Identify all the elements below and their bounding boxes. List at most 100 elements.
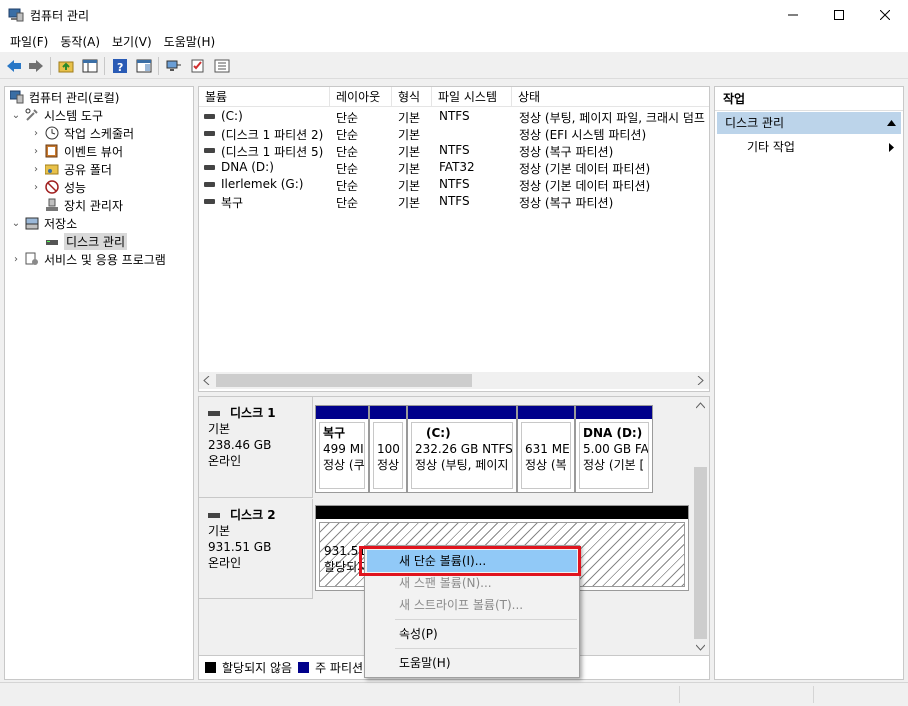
legend-swatch-unallocated <box>205 662 216 673</box>
submenu-arrow-icon <box>889 143 894 152</box>
partition-d[interactable]: DNA (D:) 5.00 GB FAT 정상 (기본 [ <box>575 405 653 493</box>
column-volume[interactable]: 볼륨 <box>199 87 330 107</box>
tree-item-disk-management[interactable]: 디스크 관리 <box>30 232 128 250</box>
tree-item-storage[interactable]: ⌄ 저장소 <box>10 214 77 232</box>
forward-icon[interactable] <box>26 56 46 76</box>
menu-item-new-striped-volume[interactable]: 새 스트라이프 볼륨(T)... <box>367 594 577 616</box>
drive-icon <box>204 165 215 170</box>
disk-management-icon <box>44 233 60 249</box>
disk-2-info[interactable]: 디스크 2 기본 931.51 GB 온라인 <box>199 499 313 599</box>
tools-icon <box>24 107 40 123</box>
volume-list-header: 볼륨 레이아웃 형식 파일 시스템 상태 <box>199 87 709 107</box>
chevron-right-icon[interactable]: › <box>10 254 22 265</box>
action-pane: 작업 디스크 관리 기타 작업 <box>714 86 904 680</box>
disk-map-vertical-scrollbar[interactable] <box>692 397 709 655</box>
maximize-button[interactable] <box>816 0 862 30</box>
volume-row[interactable]: DNA (D:) 단순 기본 FAT32 정상 (기본 데이터 파티션) <box>199 159 709 176</box>
tree-item-task-scheduler[interactable]: › 작업 스케줄러 <box>30 124 134 142</box>
action-pane-title: 작업 <box>715 87 903 111</box>
tree-item-device-manager[interactable]: 장치 관리자 <box>30 196 123 214</box>
device-manager-icon <box>44 197 60 213</box>
checklist-icon[interactable] <box>188 56 208 76</box>
computer-management-icon <box>9 89 25 105</box>
event-viewer-icon <box>44 143 60 159</box>
minimize-button[interactable] <box>770 0 816 30</box>
menu-item-help[interactable]: 도움말(H) <box>367 652 577 674</box>
column-status[interactable]: 상태 <box>512 87 709 107</box>
back-icon[interactable] <box>4 56 24 76</box>
menu-action[interactable]: 동작(A) <box>54 33 106 50</box>
tree-item-services-and-applications[interactable]: › 서비스 및 응용 프로그램 <box>10 250 166 268</box>
menu-item-properties[interactable]: 속성(P) <box>367 623 577 645</box>
status-bar <box>0 682 908 706</box>
column-file-system[interactable]: 파일 시스템 <box>432 87 512 107</box>
legend-swatch-primary <box>298 662 310 673</box>
tree-item-computer-management[interactable]: 컴퓨터 관리(로컬) <box>7 88 119 106</box>
menu-file[interactable]: 파일(F) <box>4 33 54 50</box>
partition-recovery[interactable]: 복구 499 MI 정상 (쿠 <box>315 405 369 493</box>
drive-icon <box>204 182 215 187</box>
tree-item-event-viewer[interactable]: › 이벤트 뷰어 <box>30 142 123 160</box>
partition-recovery-2[interactable]: 631 ME 정상 (복 <box>517 405 575 493</box>
disk-1-info[interactable]: 디스크 1 기본 238.46 GB 온라인 <box>199 397 313 498</box>
menu-separator <box>395 648 577 649</box>
chevron-right-icon[interactable]: › <box>30 164 42 175</box>
svg-text:?: ? <box>117 61 123 74</box>
tree-item-system-tools[interactable]: ⌄ 시스템 도구 <box>10 106 103 124</box>
chevron-right-icon[interactable]: › <box>30 182 42 193</box>
column-layout[interactable]: 레이아웃 <box>330 87 392 107</box>
volume-row[interactable]: 복구 단순 기본 NTFS 정상 (복구 파티션) <box>199 193 709 210</box>
annotation-highlight-box <box>359 546 581 576</box>
status-section <box>4 686 680 703</box>
title-bar: 컴퓨터 관리 <box>0 0 908 30</box>
volume-list-horizontal-scrollbar[interactable] <box>199 372 709 389</box>
menu-bar: 파일(F) 동작(A) 보기(V) 도움말(H) <box>0 30 908 52</box>
collapse-up-icon[interactable] <box>887 120 896 126</box>
volume-row[interactable]: (C:) 단순 기본 NTFS 정상 (부팅, 페이지 파일, 크래시 덤프 <box>199 108 709 125</box>
storage-icon <box>24 215 40 231</box>
action-more-actions[interactable]: 기타 작업 <box>747 137 899 157</box>
action-section-disk-management[interactable]: 디스크 관리 <box>717 112 901 134</box>
volume-list: 볼륨 레이아웃 형식 파일 시스템 상태 (C:) 단순 기본 NTFS 정상 … <box>198 86 710 392</box>
menu-view[interactable]: 보기(V) <box>106 33 158 50</box>
scroll-up-icon[interactable] <box>696 402 705 410</box>
connect-icon[interactable] <box>164 56 184 76</box>
scroll-left-icon[interactable] <box>203 376 211 385</box>
services-icon <box>24 251 40 267</box>
partition-c[interactable]: (C:) 232.26 GB NTFS 정상 (부팅, 페이지 <box>407 405 517 493</box>
window-title: 컴퓨터 관리 <box>30 9 90 23</box>
drive-icon <box>204 148 215 153</box>
tree-item-performance[interactable]: › 성능 <box>30 178 86 196</box>
partition-efi[interactable]: 100 정상 <box>369 405 407 493</box>
volume-row[interactable]: (디스크 1 파티션 2) 단순 기본 정상 (EFI 시스템 파티션) <box>199 125 709 142</box>
menu-help[interactable]: 도움말(H) <box>158 33 222 50</box>
up-folder-icon[interactable] <box>56 56 76 76</box>
drive-icon <box>204 131 215 136</box>
volume-row[interactable]: Ilerlemek (G:) 단순 기본 NTFS 정상 (기본 데이터 파티션… <box>199 176 709 193</box>
scroll-right-icon[interactable] <box>696 376 704 385</box>
show-hide-tree-icon[interactable] <box>80 56 100 76</box>
volume-row[interactable]: (디스크 1 파티션 5) 단순 기본 NTFS 정상 (복구 파티션) <box>199 142 709 159</box>
chevron-right-icon[interactable]: › <box>30 146 42 157</box>
close-button[interactable] <box>862 0 908 30</box>
toolbar: ? <box>0 52 908 79</box>
show-hide-action-pane-icon[interactable] <box>134 56 154 76</box>
disk-icon <box>208 512 220 518</box>
chevron-right-icon[interactable]: › <box>30 128 42 139</box>
drive-icon <box>204 199 215 204</box>
disk-icon <box>208 410 220 416</box>
column-type[interactable]: 형식 <box>392 87 432 107</box>
status-section <box>684 686 814 703</box>
navigation-tree: 컴퓨터 관리(로컬) ⌄ 시스템 도구 › 작업 스케줄러 › 이벤트 뷰어 ›… <box>4 86 194 680</box>
tree-item-shared-folders[interactable]: › 공유 폴더 <box>30 160 112 178</box>
shared-folder-icon <box>44 161 60 177</box>
scroll-down-icon[interactable] <box>696 644 705 652</box>
properties-icon[interactable] <box>212 56 232 76</box>
chevron-down-icon[interactable]: ⌄ <box>10 110 22 121</box>
menu-separator <box>395 619 577 620</box>
scrollbar-thumb[interactable] <box>216 374 472 387</box>
drive-icon <box>204 114 215 119</box>
scrollbar-thumb[interactable] <box>694 467 707 639</box>
help-icon[interactable]: ? <box>110 56 130 76</box>
chevron-down-icon[interactable]: ⌄ <box>10 218 22 229</box>
